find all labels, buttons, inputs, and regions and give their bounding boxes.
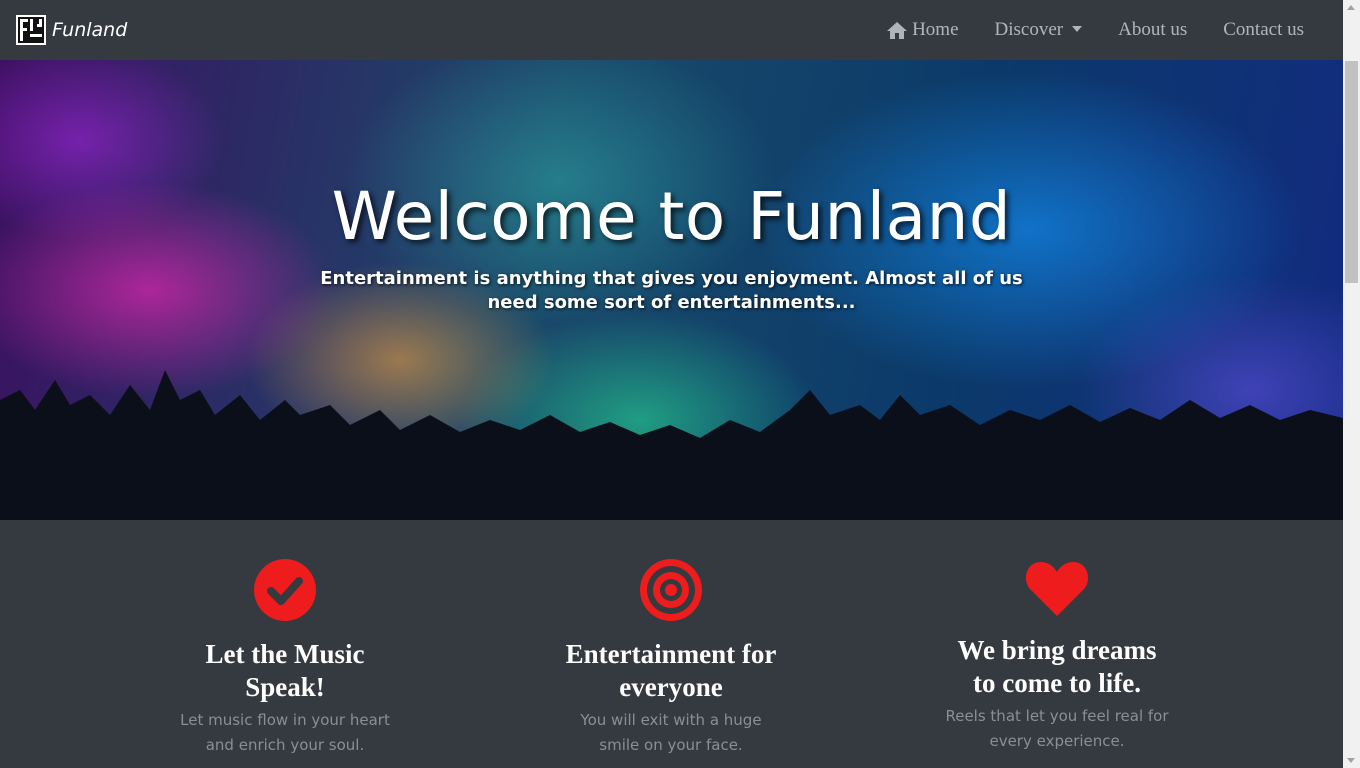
bullseye-icon	[640, 559, 702, 621]
nav-item-contact[interactable]: Contact us	[1223, 19, 1304, 41]
scroll-down-arrow-icon[interactable]	[1347, 758, 1355, 763]
feature-title: Entertainment for everyone	[565, 639, 777, 702]
feature-text: You will exit with a huge smile on your …	[580, 711, 762, 754]
hero-banner: Welcome to Funland Entertainment is anyt…	[0, 60, 1343, 520]
hero-subtitle: Entertainment is anything that gives you…	[320, 268, 1023, 313]
nav-item-label: About us	[1118, 19, 1188, 40]
brand-link[interactable]: Funland	[16, 15, 127, 45]
nav-item-discover[interactable]: Discover	[995, 19, 1083, 41]
caret-down-icon	[1072, 26, 1083, 32]
heart-icon	[1025, 562, 1089, 616]
funland-logo-icon	[16, 15, 46, 45]
feature-title: We bring dreams to come to life.	[957, 635, 1157, 698]
home-icon	[887, 21, 908, 39]
feature-text: Let music flow in your heart and enrich …	[180, 711, 390, 754]
feature-title: Let the Music Speak!	[205, 639, 365, 702]
crowd-silhouette-image	[0, 370, 1343, 520]
nav-item-label: Home	[912, 19, 959, 40]
scroll-up-arrow-icon[interactable]	[1347, 5, 1355, 10]
hero-title: Welcome to Funland	[331, 178, 1012, 255]
nav-item-label: Discover	[994, 19, 1064, 40]
nav-item-about[interactable]: About us	[1118, 19, 1187, 41]
page-scrollbar[interactable]	[1343, 0, 1360, 768]
features-section: Let the Music Speak! Let music flow in y…	[0, 520, 1343, 768]
nav-menu: Home Discover About us Contact us	[886, 0, 1304, 60]
brand-name: Funland	[52, 19, 128, 41]
nav-item-label: Contact us	[1223, 19, 1304, 40]
feature-text: Reels that let you feel real for every e…	[945, 707, 1169, 750]
feature-card-entertainment: Entertainment for everyone You will exit…	[531, 558, 811, 758]
check-circle-icon	[254, 559, 316, 621]
nav-item-home[interactable]: Home	[886, 19, 959, 41]
scrollbar-thumb[interactable]	[1345, 61, 1358, 283]
feature-card-dreams: We bring dreams to come to life. Reels t…	[917, 558, 1197, 754]
feature-card-music: Let the Music Speak! Let music flow in y…	[145, 558, 425, 758]
navbar: Funland Home Discover About us Contact u…	[0, 0, 1343, 60]
